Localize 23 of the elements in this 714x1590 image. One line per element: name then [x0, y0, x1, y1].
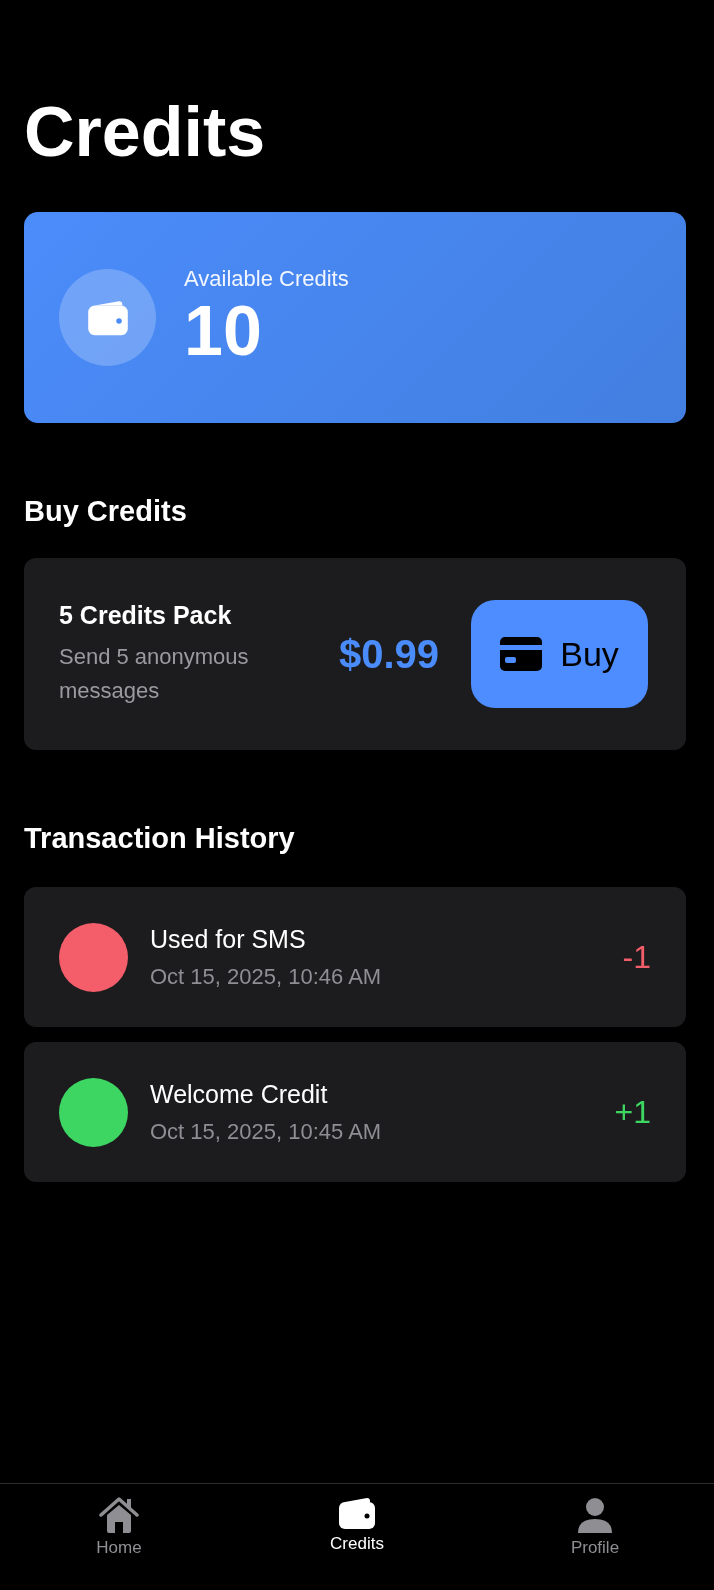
tab[interactable]: Home	[0, 1484, 238, 1590]
transaction-amount: +1	[614, 1093, 651, 1131]
transaction-title: Welcome Credit	[150, 1079, 329, 1109]
page-title: Credits	[24, 92, 267, 172]
section-heading: Transaction History	[24, 821, 296, 856]
balance-value: 10	[184, 291, 263, 370]
transaction-date: Oct 15, 2025, 10:45 AM	[150, 1118, 383, 1145]
transaction-date: Oct 15, 2025, 10:46 AM	[150, 963, 383, 990]
person-icon	[575, 1496, 615, 1534]
pack-price: $0.99	[338, 631, 439, 677]
balance-label: Available Credits	[184, 265, 349, 292]
pack-name: 5 Credits Pack	[59, 600, 233, 630]
wallet-icon	[337, 1496, 377, 1530]
wallet-icon	[85, 298, 130, 337]
transaction-amount: -1	[622, 938, 651, 976]
home-icon	[99, 1496, 139, 1534]
transaction-title: Used for SMS	[150, 924, 307, 954]
pack-description: Send 5 anonymous messages	[59, 642, 250, 705]
section-heading: Buy Credits	[24, 494, 188, 529]
tab[interactable]: Credits	[238, 1484, 476, 1590]
tab[interactable]: Profile	[476, 1484, 714, 1590]
card-icon	[500, 637, 543, 671]
buy-button[interactable]: Buy	[471, 600, 648, 708]
